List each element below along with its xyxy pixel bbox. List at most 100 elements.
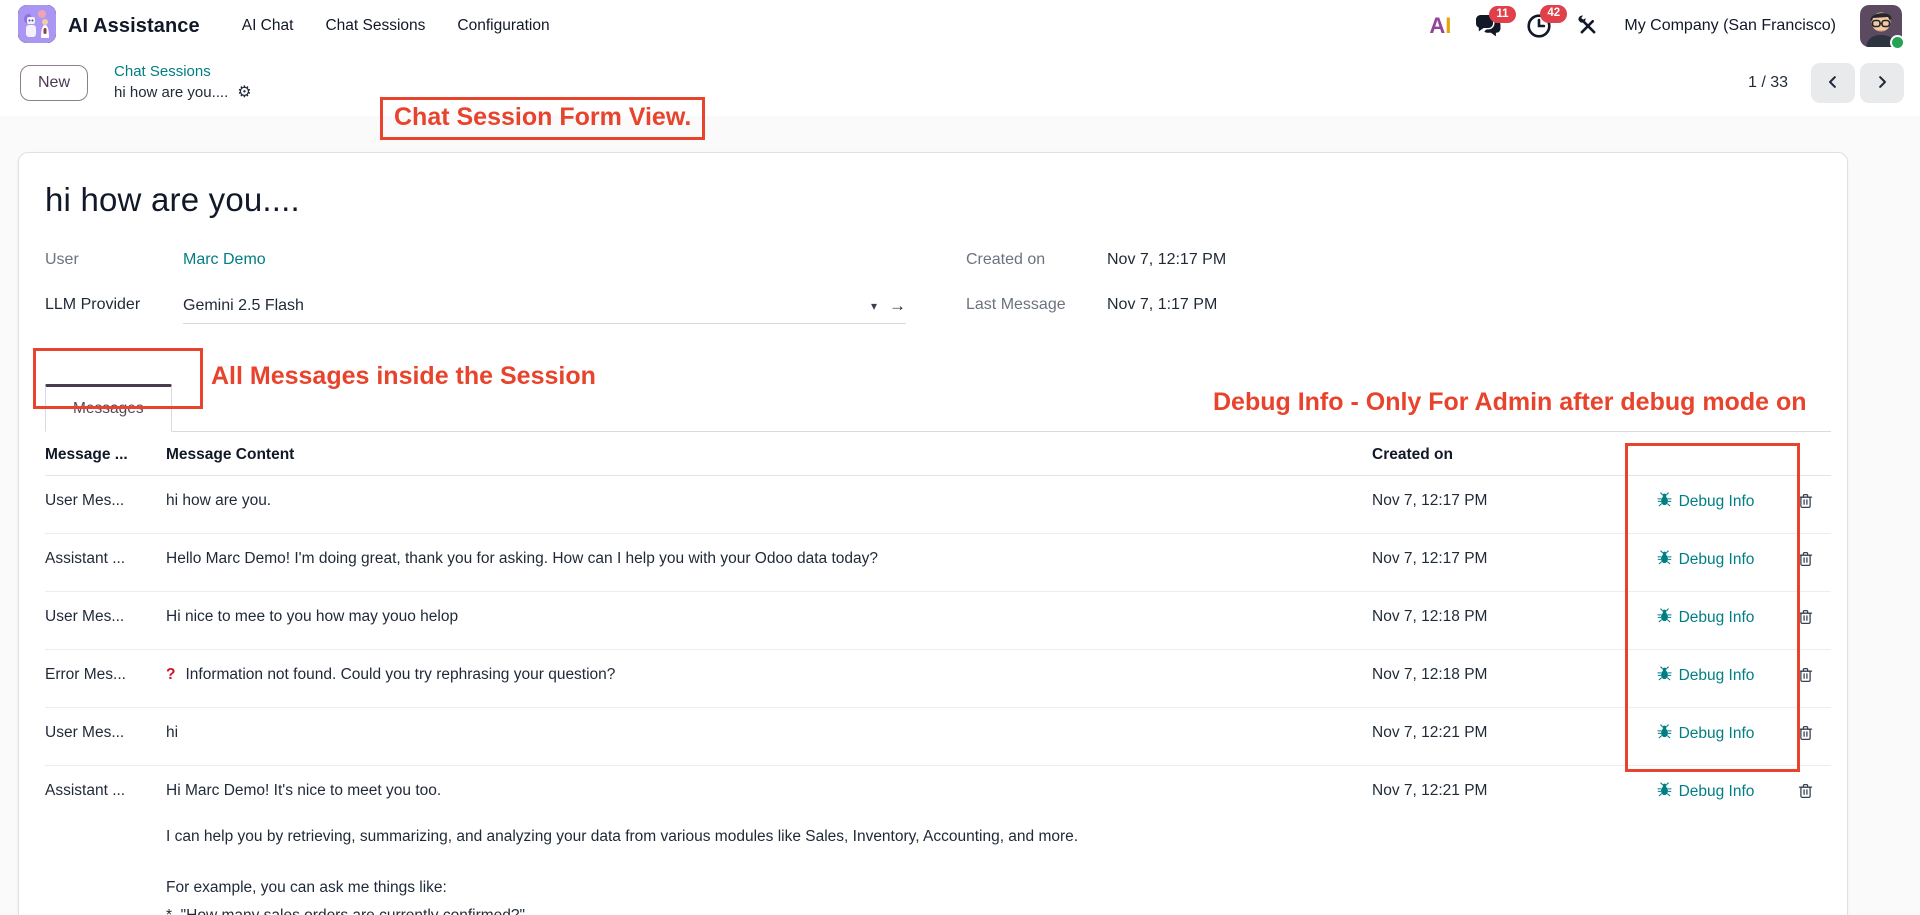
gear-icon[interactable]: ⚙: [237, 82, 251, 104]
delete-row-button[interactable]: [1797, 782, 1814, 803]
record-pager: 1 / 33: [1748, 63, 1904, 103]
cell-created-on[interactable]: Nov 7, 12:21 PM: [1372, 708, 1622, 766]
breadcrumb-current: hi how are you....: [114, 83, 228, 103]
debug-info-button[interactable]: Debug Info: [1657, 608, 1755, 628]
menu-configuration[interactable]: Configuration: [441, 9, 565, 43]
menu-ai-chat[interactable]: AI Chat: [226, 9, 310, 43]
bug-icon: [1657, 724, 1672, 744]
chevron-right-icon: [1873, 73, 1891, 94]
cell-message-content[interactable]: ?Information not found. Could you try re…: [166, 650, 1372, 708]
trash-icon: [1797, 672, 1814, 687]
delete-row-button[interactable]: [1797, 550, 1814, 571]
top-navbar: AI Assistance AI Chat Chat Sessions Conf…: [0, 0, 1920, 52]
debug-info-button[interactable]: Debug Info: [1657, 550, 1755, 570]
cell-created-on[interactable]: Nov 7, 12:18 PM: [1372, 650, 1622, 708]
cell-message-type[interactable]: Error Mes...: [45, 650, 166, 708]
table-row[interactable]: Error Mes... ?Information not found. Cou…: [45, 650, 1831, 708]
assistant-extra-line: * "How many sales orders are currently c…: [166, 907, 1364, 915]
trash-icon: [1797, 556, 1814, 571]
app-name: AI Assistance: [68, 15, 200, 38]
tab-messages[interactable]: Messages: [45, 384, 172, 432]
table-row[interactable]: Assistant ... Hello Marc Demo! I'm doing…: [45, 534, 1831, 592]
annotation-form-view: Chat Session Form View.: [380, 97, 705, 140]
header-delete: [1797, 432, 1831, 476]
debug-info-button[interactable]: Debug Info: [1657, 666, 1755, 686]
debug-tools-button[interactable]: [1576, 14, 1600, 38]
tools-icon: [1576, 14, 1600, 38]
cell-message-content[interactable]: Hi Marc Demo! It's nice to meet you too.…: [166, 766, 1372, 915]
control-panel: New Chat Sessions hi how are you.... ⚙ 1…: [0, 52, 1920, 116]
last-message-field-value: Nov 7, 1:17 PM: [1107, 296, 1217, 314]
llm-provider-field-label: LLM Provider: [45, 296, 183, 314]
record-title: hi how are you....: [45, 181, 1831, 219]
header-created-on[interactable]: Created on: [1372, 432, 1622, 476]
header-message-type[interactable]: Message ...: [45, 432, 166, 476]
table-row[interactable]: User Mes... hi how are you. Nov 7, 12:17…: [45, 476, 1831, 534]
online-status-dot: [1890, 35, 1905, 50]
app-brand[interactable]: AI Assistance: [18, 5, 200, 48]
debug-info-label: Debug Info: [1679, 725, 1755, 743]
breadcrumb: Chat Sessions hi how are you.... ⚙: [114, 62, 252, 104]
systray: AI 11 42: [1429, 5, 1902, 47]
delete-row-button[interactable]: [1797, 492, 1814, 513]
user-field-value[interactable]: Marc Demo: [183, 251, 266, 269]
llm-provider-field[interactable]: Gemini 2.5 Flash ▾ →: [183, 296, 906, 324]
cell-created-on[interactable]: Nov 7, 12:17 PM: [1372, 476, 1622, 534]
bug-icon: [1657, 782, 1672, 802]
delete-row-button[interactable]: [1797, 666, 1814, 687]
field-grid: User Marc Demo LLM Provider Gemini 2.5 F…: [45, 251, 1831, 351]
user-field-label: User: [45, 251, 183, 269]
new-button[interactable]: New: [20, 65, 88, 101]
ai-brand-icon: AI: [1429, 13, 1451, 39]
cell-message-content[interactable]: hi: [166, 708, 1372, 766]
table-row[interactable]: User Mes... hi Nov 7, 12:21 PM Debug Inf…: [45, 708, 1831, 766]
delete-row-button[interactable]: [1797, 608, 1814, 629]
assistant-extra-line: I can help you by retrieving, summarizin…: [166, 828, 1364, 846]
bug-icon: [1657, 608, 1672, 628]
messages-tray-button[interactable]: 11: [1475, 14, 1502, 39]
cell-message-type[interactable]: User Mes...: [45, 708, 166, 766]
delete-row-button[interactable]: [1797, 724, 1814, 745]
debug-info-label: Debug Info: [1679, 783, 1755, 801]
cell-created-on[interactable]: Nov 7, 12:18 PM: [1372, 592, 1622, 650]
cell-message-content[interactable]: Hi nice to mee to you how may youo helop: [166, 592, 1372, 650]
trash-icon: [1797, 730, 1814, 745]
cell-message-type[interactable]: Assistant ...: [45, 766, 166, 915]
table-row[interactable]: User Mes... Hi nice to mee to you how ma…: [45, 592, 1831, 650]
cell-message-type[interactable]: Assistant ...: [45, 534, 166, 592]
cell-created-on[interactable]: Nov 7, 12:21 PM: [1372, 766, 1622, 915]
breadcrumb-chat-sessions[interactable]: Chat Sessions: [114, 62, 252, 82]
header-message-content[interactable]: Message Content: [166, 432, 1372, 476]
trash-icon: [1797, 788, 1814, 803]
menu-chat-sessions[interactable]: Chat Sessions: [309, 9, 441, 43]
messages-table: Message ... Message Content Created on U…: [45, 432, 1831, 915]
debug-info-button[interactable]: Debug Info: [1657, 782, 1755, 802]
cell-message-content[interactable]: Hello Marc Demo! I'm doing great, thank …: [166, 534, 1372, 592]
debug-info-button[interactable]: Debug Info: [1657, 492, 1755, 512]
activities-tray-button[interactable]: 42: [1526, 13, 1552, 39]
debug-info-label: Debug Info: [1679, 493, 1755, 511]
created-on-field-label: Created on: [966, 251, 1107, 269]
pager-value: 1 / 33: [1748, 74, 1788, 92]
cell-message-content[interactable]: hi how are you.: [166, 476, 1372, 534]
debug-info-label: Debug Info: [1679, 667, 1755, 685]
table-row[interactable]: Assistant ... Hi Marc Demo! It's nice to…: [45, 766, 1831, 915]
pager-previous-button[interactable]: [1811, 63, 1855, 103]
header-debug: [1622, 432, 1797, 476]
llm-provider-value[interactable]: Gemini 2.5 Flash: [183, 297, 304, 315]
user-menu[interactable]: [1860, 5, 1902, 47]
pager-next-button[interactable]: [1860, 63, 1904, 103]
annotation-debug-info: Debug Info - Only For Admin after debug …: [1213, 388, 1807, 417]
chevron-left-icon: [1824, 73, 1842, 94]
chevron-down-icon[interactable]: ▾: [871, 299, 877, 313]
cell-message-type[interactable]: User Mes...: [45, 476, 166, 534]
table-header-row: Message ... Message Content Created on: [45, 432, 1831, 476]
cell-message-type[interactable]: User Mes...: [45, 592, 166, 650]
debug-info-button[interactable]: Debug Info: [1657, 724, 1755, 744]
company-switcher[interactable]: My Company (San Francisco): [1624, 17, 1836, 35]
internal-link-arrow-icon[interactable]: →: [889, 296, 906, 316]
created-on-field-value: Nov 7, 12:17 PM: [1107, 251, 1226, 269]
cell-created-on[interactable]: Nov 7, 12:17 PM: [1372, 534, 1622, 592]
error-question-icon: ?: [166, 666, 175, 683]
debug-info-label: Debug Info: [1679, 609, 1755, 627]
